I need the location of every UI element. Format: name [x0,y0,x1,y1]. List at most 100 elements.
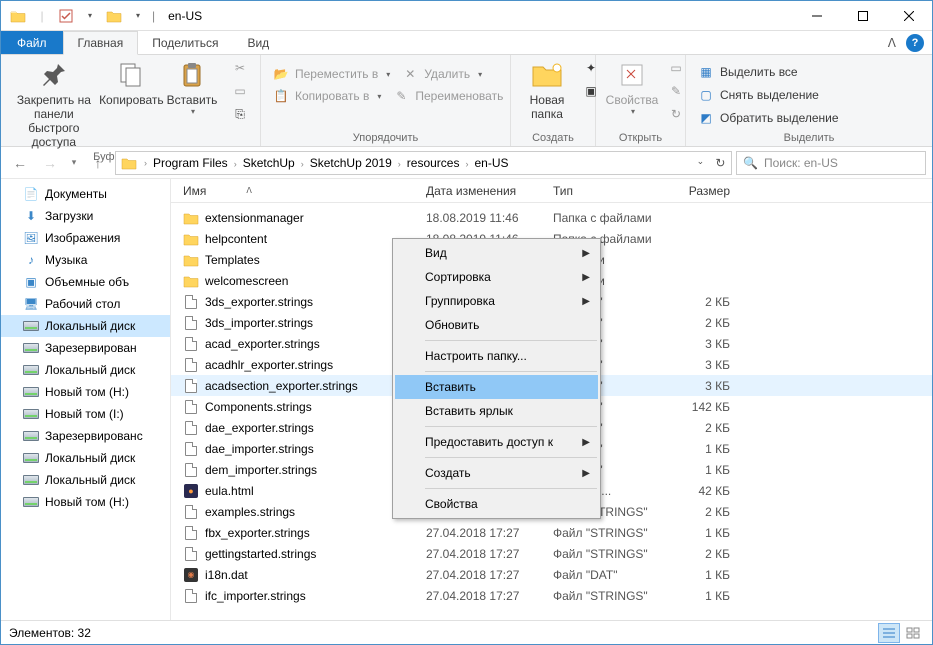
delete-button[interactable]: ✕Удалить▾ [396,63,488,85]
file-row[interactable]: ◉i18n.dat27.04.2018 17:27Файл "DAT"1 КБ [171,564,932,585]
tab-file[interactable]: Файл [1,31,63,54]
dropdown-icon[interactable]: ⌄ [697,156,705,170]
sidebar-item[interactable]: Новый том (I:) [1,403,170,425]
file-row[interactable]: ifc_importer.strings27.04.2018 17:27Файл… [171,585,932,606]
sidebar-item[interactable]: Зарезервирован [1,337,170,359]
breadcrumb-segment[interactable]: SketchUp [239,156,299,170]
checkbox-icon[interactable] [55,5,77,27]
ribbon: Закрепить на панели быстрого доступа Коп… [1,55,932,147]
sidebar-item[interactable]: Локальный диск [1,315,170,337]
file-size: 2 КБ [668,421,738,435]
col-date[interactable]: Дата изменения [426,184,553,198]
breadcrumb[interactable]: › Program Files›SketchUp›SketchUp 2019›r… [115,151,732,175]
menu-item[interactable]: Свойства [395,492,598,516]
breadcrumb-segment[interactable]: Program Files [149,156,232,170]
invert-icon: ◩ [698,110,714,126]
copy-path-button[interactable]: ▭ [226,80,254,102]
search-placeholder: Поиск: en-US [764,156,838,170]
file-type: Папка с файлами [553,211,668,225]
tab-share[interactable]: Поделиться [138,31,233,54]
sidebar-item[interactable]: Новый том (H:) [1,491,170,513]
maximize-button[interactable] [840,1,886,30]
file-row[interactable]: extensionmanager18.08.2019 11:46Папка с … [171,207,932,228]
breadcrumb-segment[interactable]: SketchUp 2019 [306,156,396,170]
sidebar-item[interactable]: 🖥Рабочий стол [1,293,170,315]
chevron-right-icon[interactable]: › [299,159,306,169]
breadcrumb-segment[interactable]: en-US [470,156,512,170]
chevron-right-icon[interactable]: › [142,158,149,168]
chevron-right-icon: ▶ [582,437,590,448]
dropdown-icon[interactable]: ▾ [79,5,101,27]
file-row[interactable]: fbx_exporter.strings27.04.2018 17:27Файл… [171,522,932,543]
properties-button[interactable]: Свойства▾ [602,57,662,118]
sidebar-item[interactable]: ♪Музыка [1,249,170,271]
dropdown-icon[interactable]: ▾ [127,5,149,27]
cut-button[interactable]: ✂ [226,57,254,79]
sidebar-item[interactable]: 🖼Изображения [1,227,170,249]
chevron-right-icon[interactable]: › [232,159,239,169]
thumbnails-view-icon[interactable] [902,623,924,643]
sidebar-item-label: Новый том (H:) [45,495,129,509]
rename-button[interactable]: ✎Переименовать [387,85,509,107]
minimize-button[interactable] [794,1,840,30]
chevron-down-icon: ▾ [191,107,195,116]
select-all-button[interactable]: ▦Выделить все [692,61,845,83]
sidebar-item[interactable]: Локальный диск [1,447,170,469]
tab-view[interactable]: Вид [233,31,284,54]
close-button[interactable] [886,1,932,30]
invert-selection-button[interactable]: ◩Обратить выделение [692,107,845,129]
menu-item[interactable]: Сортировка▶ [395,265,598,289]
disk-icon [23,362,39,378]
forward-button[interactable]: → [37,150,63,176]
sidebar-item[interactable]: Локальный диск [1,469,170,491]
3d-icon: ▣ [23,274,39,290]
breadcrumb-segment[interactable]: resources [403,156,464,170]
details-view-icon[interactable] [878,623,900,643]
sidebar-item[interactable]: Локальный диск [1,359,170,381]
menu-item[interactable]: Обновить [395,313,598,337]
new-folder-button[interactable]: Новая папка [517,57,577,123]
collapse-ribbon-icon[interactable]: ᐱ [888,36,896,50]
sidebar-item[interactable]: 📄Документы [1,183,170,205]
window-controls [794,1,932,30]
select-none-button[interactable]: ▢Снять выделение [692,84,845,106]
sidebar-item[interactable]: Зарезервированс [1,425,170,447]
sidebar-item[interactable]: ⬇Загрузки [1,205,170,227]
menu-item[interactable]: Вставить ярлык [395,399,598,423]
file-icon [183,462,199,478]
pin-button[interactable]: Закрепить на панели быстрого доступа [7,57,101,151]
col-size[interactable]: Размер [668,184,738,198]
menu-item[interactable]: Вставить [395,375,598,399]
disk-icon [23,340,39,356]
help-icon[interactable]: ? [906,34,924,52]
up-button[interactable]: ↑ [85,150,111,176]
chevron-right-icon[interactable]: › [396,159,403,169]
menu-item[interactable]: Вид▶ [395,241,598,265]
col-name[interactable]: Имяᐱ [171,184,426,198]
refresh-icon[interactable]: ↻ [715,156,725,170]
group-open-label: Открыть [602,132,679,146]
tab-home[interactable]: Главная [63,31,139,55]
sidebar-item[interactable]: Новый том (H:) [1,381,170,403]
file-row[interactable]: gettingstarted.strings27.04.2018 17:27Фа… [171,543,932,564]
group-organize-label: Упорядочить [267,132,504,146]
sidebar-item[interactable]: ▣Объемные объ [1,271,170,293]
chevron-right-icon: ▶ [582,468,590,479]
copy-button[interactable]: Копировать [101,57,162,109]
move-to-button[interactable]: 📂Переместить в▾ [267,63,396,85]
window-title: en-US [158,9,794,23]
file-name: 3ds_importer.strings [205,316,313,330]
menu-item[interactable]: Группировка▶ [395,289,598,313]
menu-item[interactable]: Настроить папку... [395,344,598,368]
paste-shortcut-button[interactable]: ⎘ [226,103,254,125]
recent-button[interactable]: ▾ [67,150,81,176]
col-type[interactable]: Тип [553,184,668,198]
menu-item-label: Вставить [425,380,476,394]
copy-to-button[interactable]: 📋Копировать в▾ [267,85,387,107]
menu-item[interactable]: Создать▶ [395,461,598,485]
back-button[interactable]: ← [7,150,33,176]
paste-button[interactable]: Вставить ▾ [162,57,222,118]
search-input[interactable]: 🔍 Поиск: en-US [736,151,926,175]
file-icon [183,588,199,604]
menu-item[interactable]: Предоставить доступ к▶ [395,430,598,454]
